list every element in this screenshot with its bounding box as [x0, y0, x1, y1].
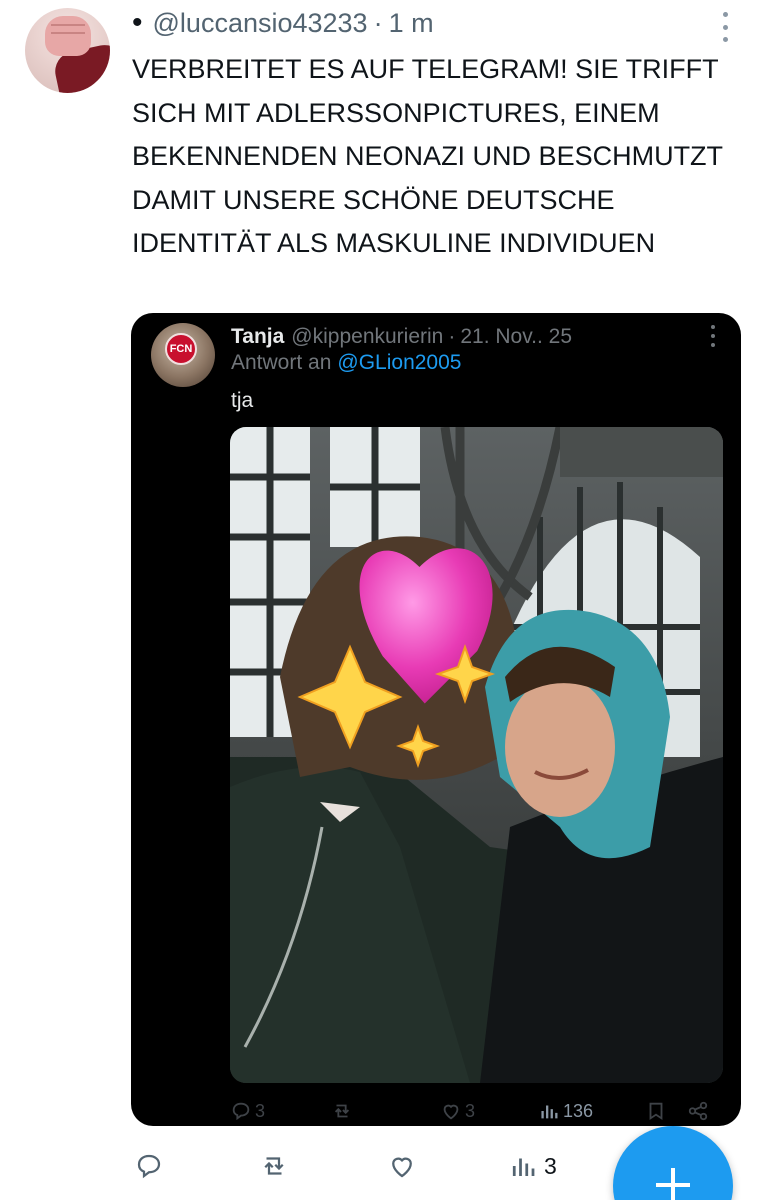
raised-fist-icon	[45, 16, 91, 56]
quoted-post-card[interactable]: FCN Tanja @kippenkurierin · 21. Nov.. 25…	[131, 313, 741, 1126]
quoted-author-handle[interactable]: @kippenkurierin	[291, 325, 443, 349]
more-options-icon[interactable]	[714, 12, 736, 42]
bar-chart-icon	[512, 1158, 535, 1176]
share-icon	[688, 1101, 708, 1121]
header-separator: ·	[373, 7, 383, 38]
bullet: •	[132, 6, 143, 39]
compose-plus-button[interactable]	[613, 1126, 733, 1200]
quoted-reply-button[interactable]: 3	[230, 1098, 265, 1124]
retweet-button[interactable]	[259, 1148, 289, 1184]
quoted-reply-count: 3	[255, 1100, 266, 1121]
quoted-like-button[interactable]: 3	[440, 1098, 475, 1124]
heart-icon	[443, 1104, 459, 1120]
comment-icon	[232, 1102, 250, 1121]
quoted-more-options-icon[interactable]	[707, 325, 719, 347]
quoted-header-separator: ·	[448, 325, 456, 348]
quoted-author-avatar[interactable]: FCN	[151, 323, 215, 387]
quoted-view-count: 136	[563, 1100, 594, 1121]
quoted-bookmark-button[interactable]	[645, 1098, 667, 1124]
quoted-views-button[interactable]: 136	[538, 1098, 593, 1124]
author-handle[interactable]: @luccansio43233	[153, 8, 368, 39]
retweet-icon	[334, 1104, 350, 1118]
quoted-post-header: Tanja @kippenkurierin · 21. Nov.. 25	[231, 321, 572, 353]
reply-mention-link[interactable]: @GLion2005	[337, 351, 461, 374]
quoted-share-button[interactable]	[687, 1098, 709, 1124]
like-button[interactable]	[387, 1148, 417, 1184]
post-text: VERBREITET ES AUF TELEGRAM! SIE TRIFFT S…	[132, 54, 723, 258]
reply-button[interactable]	[134, 1148, 164, 1184]
quoted-action-bar: 3 3 136	[131, 1098, 741, 1124]
views-button[interactable]: 3	[508, 1148, 557, 1184]
reply-prefix: Antwort an	[231, 351, 332, 374]
bookmark-icon	[649, 1102, 663, 1121]
quoted-author-name[interactable]: Tanja	[231, 325, 284, 349]
comment-icon	[137, 1154, 161, 1179]
quoted-post-photo[interactable]	[230, 427, 723, 1083]
quoted-post-text: tja	[231, 389, 254, 412]
heart-icon	[392, 1157, 412, 1178]
quoted-retweet-button[interactable]	[331, 1098, 353, 1124]
post-time[interactable]: 1 m	[389, 8, 434, 39]
author-avatar[interactable]	[25, 8, 110, 93]
quoted-like-count: 3	[465, 1100, 476, 1121]
view-count: 3	[544, 1152, 557, 1179]
post-header: • @luccansio43233 · 1 m	[132, 6, 434, 40]
quoted-post-date[interactable]: 21. Nov.. 25	[460, 325, 572, 349]
reply-context: Antwort an @GLion2005	[231, 351, 461, 375]
selfie-photo-image	[230, 427, 723, 1083]
fcn-badge-icon: FCN	[165, 333, 197, 365]
retweet-icon	[264, 1157, 284, 1175]
bar-chart-icon	[541, 1105, 558, 1119]
